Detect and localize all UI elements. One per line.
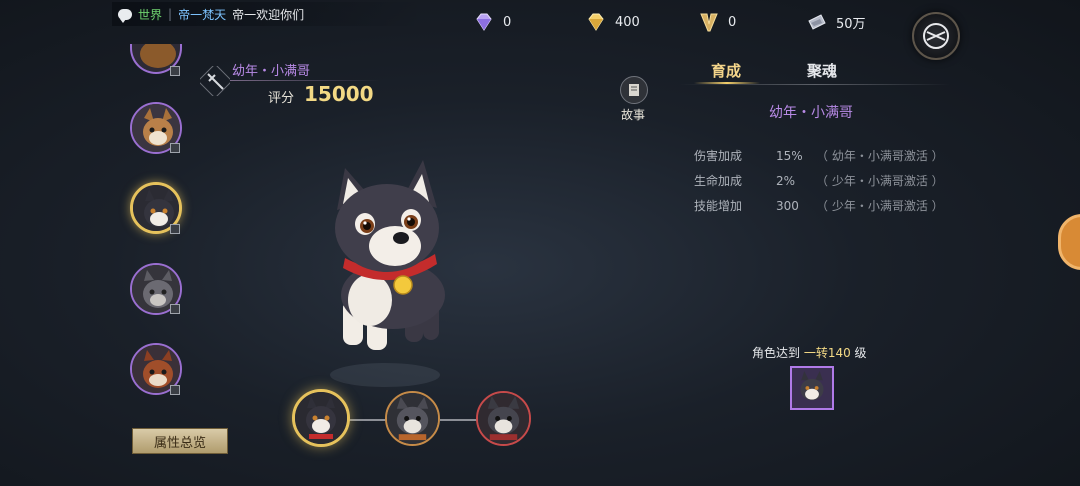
- lock-icon: [170, 66, 180, 76]
- stat-condition: （ 少年・小满哥激活 ）: [816, 199, 944, 213]
- menu-emblem-button[interactable]: [912, 12, 960, 60]
- husky-reward-icon: [792, 368, 832, 408]
- stage-junior[interactable]: [385, 391, 440, 446]
- husky-stage3-icon: [478, 393, 529, 444]
- tab-cultivate[interactable]: 育成: [711, 60, 741, 81]
- husky-stage1-icon: [295, 392, 347, 444]
- requirement-text: 角色达到 一转140 级: [752, 344, 867, 361]
- stat-value: 2%: [776, 173, 796, 188]
- stat-condition: （ 幼年・小满哥激活 ）: [816, 149, 944, 163]
- purple-diamond-icon: [476, 13, 492, 31]
- stat-row: 技能增加 300 （ 少年・小满哥激活 ）: [694, 193, 944, 218]
- silver-ticket-icon: [808, 14, 826, 30]
- currency-purple-diamond[interactable]: 0: [473, 10, 511, 34]
- stage-adult[interactable]: [476, 391, 531, 446]
- chat-sender: 帝一梵天: [178, 7, 227, 22]
- stage-connector: [440, 419, 477, 421]
- detail-pet-name: 幼年・小满哥: [769, 105, 853, 121]
- sword-icon: [200, 66, 230, 96]
- requirement-level: 一转140: [803, 346, 851, 360]
- stat-condition: （ 少年・小满哥激活 ）: [816, 174, 944, 188]
- required-pet-item[interactable]: [790, 366, 834, 410]
- requirement-prefix: 角色达到: [752, 346, 804, 360]
- lock-icon: [170, 224, 180, 234]
- tab-soul-gather[interactable]: 聚魂: [807, 60, 837, 81]
- tab-divider: [680, 84, 950, 85]
- stat-row: 伤害加成 15% （ 幼年・小满哥激活 ）: [694, 143, 944, 168]
- currency-value: 0: [728, 14, 737, 30]
- stat-label: 生命加成: [694, 174, 743, 188]
- stat-row: 生命加成 2% （ 少年・小满哥激活 ）: [694, 168, 944, 193]
- currency-v[interactable]: 0: [698, 10, 736, 34]
- chat-channel: 世界: [138, 7, 163, 22]
- lock-icon: [170, 143, 180, 153]
- requirement-suffix: 级: [850, 346, 867, 360]
- score-label: 评分: [268, 91, 295, 106]
- stage-infant-selected[interactable]: [292, 389, 350, 447]
- stat-label: 伤害加成: [694, 149, 743, 163]
- lock-icon: [170, 385, 180, 395]
- currency-value: 50万: [836, 16, 866, 32]
- side-function-button[interactable]: [1058, 214, 1080, 270]
- chat-bar[interactable]: 世界 | 帝一梵天 帝一欢迎你们: [112, 2, 422, 26]
- stage-connector: [349, 419, 387, 421]
- story-button[interactable]: [620, 76, 648, 104]
- lock-icon: [170, 304, 180, 314]
- name-underline: [230, 80, 380, 81]
- currency-value: 400: [615, 14, 640, 30]
- husky-pet-model: [330, 160, 445, 387]
- emblem-icon: [923, 23, 949, 49]
- attribute-overview-button[interactable]: 属性总览: [132, 428, 228, 454]
- chat-bubble-icon: [118, 8, 132, 23]
- book-icon: [629, 84, 639, 96]
- story-label: 故事: [621, 108, 646, 122]
- husky-stage2-icon: [387, 393, 438, 444]
- stats-list: 伤害加成 15% （ 幼年・小满哥激活 ） 生命加成 2% （ 少年・小满哥激活…: [694, 143, 944, 218]
- v-currency-icon: [700, 13, 718, 32]
- chat-separator: |: [168, 7, 173, 21]
- currency-gold-diamond[interactable]: 400: [585, 10, 640, 34]
- currency-silver-ticket[interactable]: 50万: [806, 10, 866, 34]
- currency-value: 0: [503, 14, 512, 30]
- stat-value: 300: [776, 198, 799, 213]
- stat-value: 15%: [776, 148, 803, 163]
- gold-diamond-icon: [588, 13, 604, 31]
- stat-label: 技能增加: [694, 199, 743, 213]
- score-value: 15000: [304, 82, 374, 106]
- chat-message: 帝一欢迎你们: [232, 7, 305, 22]
- pet-name: 幼年・小满哥: [232, 64, 311, 79]
